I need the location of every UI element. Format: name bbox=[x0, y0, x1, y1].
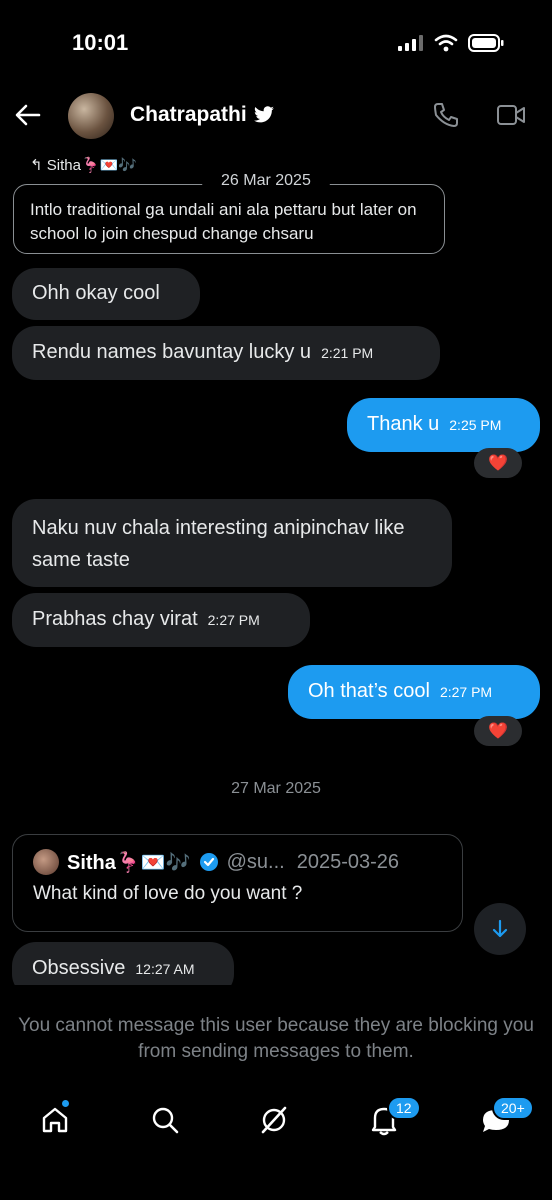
reply-label: ↰ Sitha🦩💌🎶 bbox=[30, 156, 137, 174]
contact-name: Chatrapathi bbox=[130, 103, 247, 126]
message-time: 2:21 PM bbox=[321, 345, 374, 361]
date-separator: 27 Mar 2025 bbox=[231, 780, 321, 797]
message-bubble[interactable]: Prabhas chay virat 2:27 PM bbox=[12, 593, 310, 647]
home-unread-dot bbox=[62, 1100, 69, 1107]
battery-icon bbox=[468, 34, 504, 52]
message-time: 12:27 AM bbox=[135, 961, 195, 977]
status-time: 10:01 bbox=[72, 30, 129, 55]
reply-arrow-icon: ↰ bbox=[30, 157, 47, 174]
message-time: 2:25 PM bbox=[449, 417, 502, 433]
messages-badge: 20+ bbox=[492, 1096, 534, 1120]
bird-icon bbox=[253, 106, 274, 123]
wifi-icon bbox=[434, 34, 458, 52]
post-author-avatar bbox=[33, 849, 59, 875]
blocked-notice: You cannot message this user because the… bbox=[18, 1015, 534, 1062]
video-call-icon[interactable] bbox=[496, 103, 526, 127]
signal-icon bbox=[398, 35, 423, 51]
shared-post-card[interactable]: Sitha🦩💌🎶 @su... 2025-03-26 What kind of … bbox=[12, 834, 463, 932]
avatar[interactable] bbox=[68, 93, 114, 139]
home-icon bbox=[42, 1107, 68, 1133]
date-separator: 26 Mar 2025 bbox=[202, 164, 330, 198]
post-author-name: Sitha🦩💌🎶 bbox=[67, 851, 191, 874]
message-bubble[interactable]: Thank u 2:25 PM bbox=[347, 398, 540, 452]
conversation-title[interactable]: Chatrapathi bbox=[130, 103, 275, 127]
back-arrow-icon[interactable] bbox=[14, 100, 42, 130]
post-text: What kind of love do you want ? bbox=[33, 883, 303, 904]
phone-icon[interactable] bbox=[432, 101, 460, 129]
notifications-badge: 12 bbox=[387, 1096, 421, 1120]
scroll-to-bottom-button[interactable] bbox=[474, 903, 526, 955]
nav-grok[interactable] bbox=[252, 1098, 296, 1142]
message-bubble[interactable]: Ohh okay cool bbox=[12, 268, 200, 320]
message-time: 2:27 PM bbox=[439, 684, 493, 700]
reaction-badge[interactable]: ❤️ bbox=[474, 448, 522, 478]
nav-home[interactable] bbox=[33, 1098, 77, 1142]
reaction-badge[interactable]: ❤️ bbox=[474, 716, 522, 746]
search-icon bbox=[152, 1107, 179, 1134]
verified-badge-icon bbox=[199, 853, 218, 871]
post-date: 2025-03-26 bbox=[296, 850, 400, 873]
heart-icon: ❤️ bbox=[488, 455, 508, 472]
message-text: Naku nuv chala interesting anipinchav li… bbox=[32, 517, 405, 571]
message-text: Thank u bbox=[367, 413, 440, 435]
reply-name: Sitha🦩💌🎶 bbox=[46, 157, 137, 174]
message-text: Obsessive bbox=[32, 957, 126, 979]
message-bubble[interactable]: Rendu names bavuntay lucky u 2:21 PM bbox=[12, 326, 440, 380]
heart-icon: ❤️ bbox=[488, 723, 508, 740]
post-header: Sitha🦩💌🎶 @su... 2025-03-26 bbox=[33, 849, 442, 875]
grok-icon bbox=[261, 1106, 287, 1134]
composer-divider bbox=[0, 985, 552, 1005]
message-text: Rendu names bavuntay lucky u bbox=[32, 341, 312, 363]
message-time: 2:27 PM bbox=[207, 612, 260, 628]
message-bubble[interactable]: Naku nuv chala interesting anipinchav li… bbox=[12, 499, 452, 587]
post-author-handle: @su... bbox=[226, 850, 285, 873]
message-bubble[interactable]: Oh that’s cool 2:27 PM bbox=[288, 665, 540, 719]
message-text: Oh that’s cool bbox=[308, 680, 430, 702]
nav-search[interactable] bbox=[143, 1098, 187, 1142]
arrow-down-icon bbox=[492, 919, 508, 938]
status-icons bbox=[398, 34, 504, 52]
message-text: Prabhas chay virat bbox=[32, 608, 198, 630]
message-text: Ohh okay cool bbox=[32, 282, 160, 304]
